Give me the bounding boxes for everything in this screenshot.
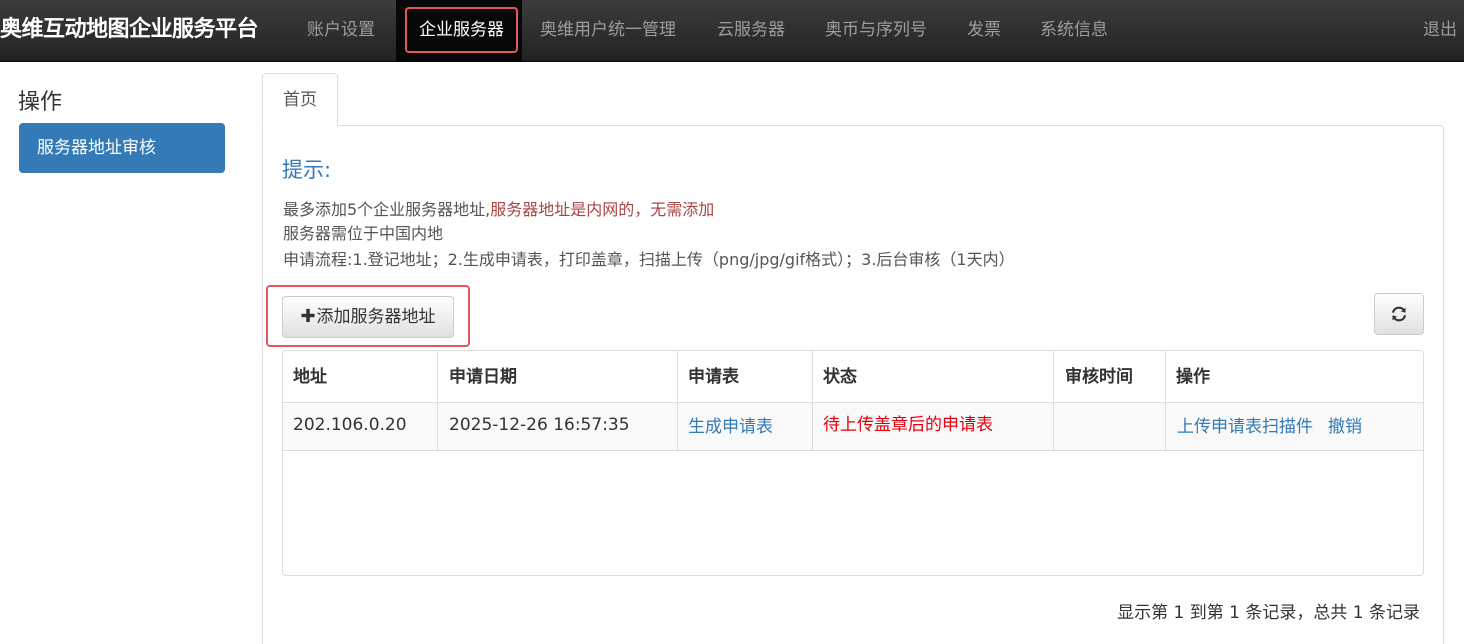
nav-item-coins-serials[interactable]: 奥币与序列号 bbox=[825, 0, 927, 62]
upload-form-link[interactable]: 上传申请表扫描件 bbox=[1177, 404, 1313, 453]
sidebar-item-server-address-review[interactable]: 服务器地址审核 bbox=[19, 123, 225, 173]
column-header-date[interactable]: 申请日期 bbox=[449, 351, 517, 402]
nav-item-user-management[interactable]: 奥维用户统一管理 bbox=[540, 0, 676, 62]
column-header-status[interactable]: 状态 bbox=[823, 351, 857, 402]
column-header-actions[interactable]: 操作 bbox=[1176, 351, 1210, 402]
tip-line-1-warning: 服务器地址是内网的，无需添加 bbox=[490, 200, 715, 219]
cell-date: 2025-12-26 16:57:35 bbox=[449, 415, 630, 435]
column-header-review-time[interactable]: 审核时间 bbox=[1065, 351, 1133, 402]
refresh-icon bbox=[1392, 306, 1406, 322]
add-button-label: 添加服务器地址 bbox=[316, 307, 436, 327]
nav-item-cloud-server[interactable]: 云服务器 bbox=[717, 0, 785, 62]
logout-link[interactable]: 退出 bbox=[1423, 0, 1457, 62]
server-address-table: 地址 申请日期 申请表 状态 审核时间 操作 202.106.0.20 2025… bbox=[282, 350, 1424, 576]
pagination-info: 显示第 1 到第 1 条记录，总共 1 条记录 bbox=[1117, 603, 1420, 623]
column-divider bbox=[437, 351, 438, 451]
add-server-address-button[interactable]: ✚添加服务器地址 bbox=[282, 296, 454, 338]
tip-line-1: 最多添加5个企业服务器地址,服务器地址是内网的，无需添加 bbox=[283, 196, 714, 220]
cancel-link[interactable]: 撤销 bbox=[1328, 404, 1362, 453]
tip-line-1-text: 最多添加5个企业服务器地址, bbox=[283, 200, 491, 219]
nav-item-system-info[interactable]: 系统信息 bbox=[1040, 0, 1108, 62]
nav-item-account-settings[interactable]: 账户设置 bbox=[307, 0, 375, 62]
plus-icon: ✚ bbox=[300, 306, 316, 327]
tip-line-3: 申请流程:1.登记地址；2.生成申请表，打印盖章，扫描上传（png/jpg/gi… bbox=[283, 250, 1015, 269]
column-header-address[interactable]: 地址 bbox=[293, 351, 327, 402]
column-divider bbox=[812, 351, 813, 451]
sidebar-heading: 操作 bbox=[18, 90, 63, 115]
column-divider bbox=[677, 351, 678, 451]
column-divider bbox=[1165, 351, 1166, 451]
column-divider bbox=[1053, 351, 1054, 451]
refresh-button[interactable] bbox=[1374, 293, 1424, 335]
cell-status: 待上传盖章后的申请表 bbox=[823, 415, 993, 435]
column-header-form[interactable]: 申请表 bbox=[688, 351, 739, 402]
generate-form-link[interactable]: 生成申请表 bbox=[688, 404, 773, 453]
tip-line-2: 服务器需位于中国内地 bbox=[283, 224, 444, 243]
nav-item-enterprise-server[interactable]: 企业服务器 bbox=[405, 7, 518, 53]
nav-item-invoice[interactable]: 发票 bbox=[967, 0, 1001, 62]
tips-title: 提示: bbox=[282, 158, 332, 182]
brand-title: 奥维互动地图企业服务平台 bbox=[0, 17, 259, 42]
cell-address: 202.106.0.20 bbox=[293, 415, 407, 435]
top-navbar: 奥维互动地图企业服务平台 账户设置 企业服务器 奥维用户统一管理 云服务器 奥币… bbox=[0, 0, 1464, 62]
tab-home[interactable]: 首页 bbox=[262, 73, 338, 126]
